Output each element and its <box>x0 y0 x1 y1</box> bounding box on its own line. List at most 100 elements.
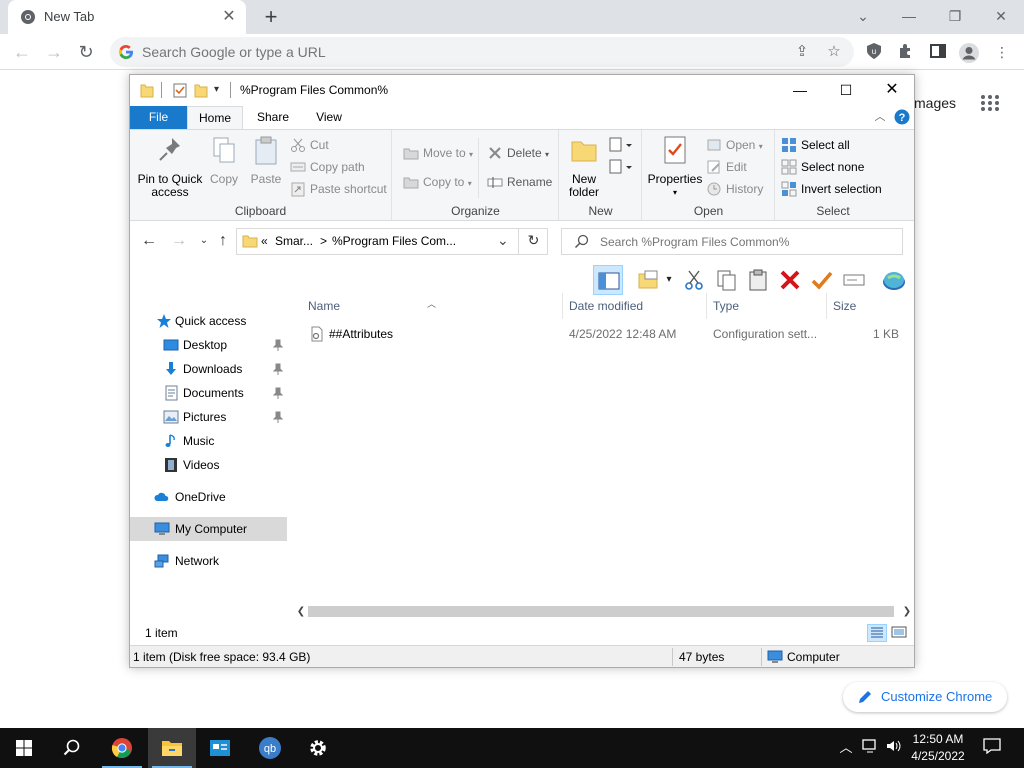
recent-locations-chevron-icon[interactable]: ⌄ <box>194 231 214 251</box>
easy-access-icon[interactable] <box>608 158 632 176</box>
bookmark-star-icon[interactable]: ☆ <box>824 42 844 62</box>
nav-desktop[interactable]: Desktop <box>130 333 287 357</box>
large-icons-view-button[interactable] <box>890 624 910 642</box>
tab-share[interactable]: Share <box>247 106 299 129</box>
new-folder-button[interactable]: New folder <box>566 134 602 199</box>
taskbar-clock[interactable]: 12:50 AM 4/25/2022 <box>902 731 974 765</box>
chrome-menu-icon[interactable]: ⋮ <box>992 42 1012 62</box>
paste-shortcut-button[interactable]: Paste shortcut <box>290 179 387 199</box>
invert-selection-button[interactable]: Invert selection <box>781 179 882 199</box>
layout-folder-button[interactable] <box>634 265 664 295</box>
cut-tool-button[interactable] <box>679 265 709 295</box>
explorer-maximize-button[interactable]: ☐ <box>823 75 869 105</box>
preview-pane-button[interactable] <box>593 265 623 295</box>
reload-button[interactable]: ↻ <box>72 38 100 66</box>
pin-icon[interactable] <box>273 411 283 423</box>
move-to-button[interactable]: Move to ▾ <box>403 143 473 163</box>
search-box[interactable] <box>561 228 903 255</box>
ntp-images-link[interactable]: mages <box>914 95 956 111</box>
globe-tool-button[interactable] <box>879 265 909 295</box>
nav-music[interactable]: Music <box>130 429 287 453</box>
nav-videos[interactable]: Videos <box>130 453 287 477</box>
window-close-button[interactable]: ✕ <box>978 2 1024 30</box>
tab-home[interactable]: Home <box>187 106 243 129</box>
breadcrumb-current[interactable]: %Program Files Com... <box>332 234 456 248</box>
breadcrumb-separator[interactable]: > <box>320 234 327 248</box>
taskbar-chrome[interactable] <box>98 728 146 768</box>
delete-tool-button[interactable] <box>775 265 805 295</box>
minimize-button[interactable]: — <box>886 2 932 30</box>
details-view-button[interactable] <box>867 624 887 642</box>
tab-file[interactable]: File <box>130 106 187 129</box>
properties-button[interactable]: Properties ▾ <box>645 134 705 199</box>
history-button[interactable]: History <box>706 179 763 199</box>
select-all-button[interactable]: Select all <box>781 135 850 155</box>
explorer-close-button[interactable]: ✕ <box>869 75 914 105</box>
properties-tool-button[interactable] <box>807 265 837 295</box>
copy-button[interactable]: Copy <box>206 134 242 186</box>
edit-button[interactable]: Edit <box>706 157 747 177</box>
nav-quick-access[interactable]: Quick access <box>130 309 287 333</box>
back-button[interactable]: ← <box>8 38 36 66</box>
extensions-puzzle-icon[interactable] <box>896 42 916 62</box>
pin-icon[interactable] <box>273 363 283 375</box>
tab-new-tab[interactable]: New Tab ✕ <box>8 0 246 34</box>
show-hidden-icons-chevron-icon[interactable]: ︿ <box>836 738 856 758</box>
qat-customize-dropdown-icon[interactable]: ▾ <box>214 82 224 98</box>
column-header-size[interactable]: Size <box>827 293 907 319</box>
side-panel-icon[interactable] <box>928 42 948 62</box>
network-status-icon[interactable] <box>861 738 881 758</box>
copy-to-button[interactable]: Copy to ▾ <box>403 172 472 192</box>
new-item-icon[interactable] <box>608 136 632 154</box>
nav-onedrive[interactable]: OneDrive <box>130 485 287 509</box>
help-icon[interactable]: ? <box>894 109 910 125</box>
share-icon[interactable]: ⇪ <box>792 42 812 62</box>
search-input[interactable] <box>600 229 900 254</box>
start-button[interactable] <box>0 728 48 768</box>
new-tab-button[interactable]: + <box>258 4 284 30</box>
taskbar-app-window[interactable] <box>196 728 244 768</box>
column-header-name[interactable]: Name ︿ <box>302 293 563 319</box>
scroll-right-arrow-icon[interactable]: ❯ <box>900 603 914 620</box>
omnibox-input[interactable] <box>142 37 782 67</box>
pin-to-quick-access-button[interactable]: Pin to Quick access <box>136 134 204 199</box>
customize-chrome-button[interactable]: Customize Chrome <box>843 682 1007 712</box>
apps-grid-icon[interactable] <box>980 94 1000 112</box>
explorer-minimize-button[interactable]: — <box>777 75 823 105</box>
volume-icon[interactable] <box>884 738 904 758</box>
nav-my-computer[interactable]: My Computer <box>130 517 287 541</box>
nav-downloads[interactable]: Downloads <box>130 357 287 381</box>
notification-center-icon[interactable] <box>982 738 1002 758</box>
taskbar-settings[interactable] <box>294 728 342 768</box>
omnibox[interactable]: ⇪ ☆ <box>110 37 854 67</box>
profile-avatar-icon[interactable] <box>958 42 979 63</box>
column-header-date[interactable]: Date modified <box>563 293 707 319</box>
column-header-type[interactable]: Type <box>707 293 827 319</box>
restore-button[interactable]: ❐ <box>932 2 978 30</box>
select-none-button[interactable]: Select none <box>781 157 864 177</box>
file-row[interactable]: ##Attributes 4/25/2022 12:48 AM Configur… <box>302 323 914 345</box>
breadcrumb-overflow[interactable]: « <box>261 234 268 248</box>
up-button[interactable]: ↑ <box>213 231 233 251</box>
rename-tool-button[interactable] <box>839 265 869 295</box>
rename-button[interactable]: Rename <box>487 172 552 192</box>
ribbon-collapse-chevron-icon[interactable]: ︿ <box>872 106 888 129</box>
taskbar-qbittorrent[interactable]: qb <box>246 728 294 768</box>
cut-button[interactable]: Cut <box>290 135 329 155</box>
scroll-left-arrow-icon[interactable]: ❮ <box>294 603 308 620</box>
paste-button[interactable]: Paste <box>248 134 284 186</box>
open-button[interactable]: Open ▾ <box>706 135 763 155</box>
scrollbar-thumb[interactable] <box>308 606 894 617</box>
taskbar-file-explorer[interactable] <box>148 728 196 768</box>
tab-view[interactable]: View <box>303 106 355 129</box>
pin-icon[interactable] <box>273 387 283 399</box>
explorer-forward-button[interactable]: → <box>169 231 189 251</box>
breadcrumb-smart[interactable]: Smar... <box>275 234 313 248</box>
extension-shield-icon[interactable]: u <box>864 42 884 62</box>
copy-path-button[interactable]: Copy path <box>290 157 365 177</box>
paste-tool-button[interactable] <box>743 265 773 295</box>
tab-search-chevron-icon[interactable]: ⌄ <box>840 2 886 30</box>
taskbar-search-button[interactable] <box>48 728 96 768</box>
layout-dropdown-icon[interactable]: ▾ <box>662 265 676 295</box>
nav-documents[interactable]: Documents <box>130 381 287 405</box>
